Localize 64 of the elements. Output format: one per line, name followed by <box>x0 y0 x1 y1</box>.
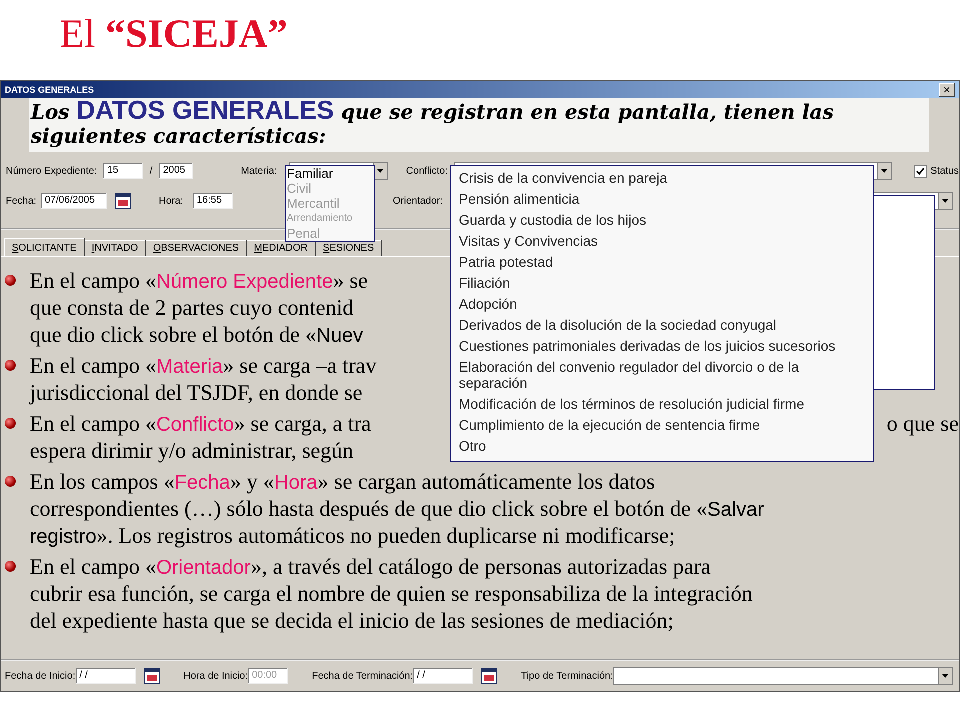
tab[interactable]: SOLICITANTE <box>4 238 85 256</box>
bullet-icon <box>5 360 16 371</box>
field-label: Fecha de Inicio: <box>5 670 76 682</box>
bullet-text-line: que dio click sobre el botón de «Nuev <box>30 321 364 348</box>
input-field[interactable]: 07/06/2005 <box>41 193 107 209</box>
dropdown-option[interactable]: Familiar <box>287 166 373 181</box>
bullet-text-line: espera dirimir y/o administrar, según <box>30 437 354 464</box>
dropdown-option[interactable]: Guarda y custodia de los hijos <box>459 210 865 231</box>
bullet-text-line: jurisdiccional del TSJDF, en donde se <box>30 379 363 406</box>
bullet-icon <box>5 561 16 572</box>
dropdown-option[interactable]: Derivados de la disolución de la sociedad conyugal <box>459 315 865 336</box>
bullet-text-line: En el campo «Orientador», a través del catálogo de personas autorizadas para <box>30 553 711 580</box>
window-title: DATOS GENERALES <box>5 84 94 94</box>
heading-text: Los DATOS GENERALES que se registran en esta pantalla, tienen las siguientes características: <box>29 98 929 152</box>
dropdown-option[interactable]: Crisis de la convivencia en pareja <box>459 168 865 189</box>
dropdown-option[interactable]: Cuestiones patrimoniales derivadas de los juicios sucesorios <box>459 336 865 357</box>
bullet-text-line: En el campo «Número Expediente» se <box>30 267 368 294</box>
tab[interactable]: OBSERVACIONES <box>146 240 248 256</box>
field-label: Materia: <box>241 166 278 176</box>
bullet-text-line: En el campo «Materia» se carga –a trav <box>30 352 377 379</box>
input-field[interactable]: 15 <box>103 163 144 179</box>
dropdown-option[interactable]: Cumplimiento de la ejecución de sentencia firme <box>459 415 865 436</box>
input-field[interactable]: / / <box>76 668 136 684</box>
input-field[interactable]: 16:55 <box>193 193 233 209</box>
field-label: Fecha de Terminación: <box>312 670 414 682</box>
calendar-icon[interactable] <box>144 668 160 684</box>
field-label: Conflicto: <box>406 166 449 176</box>
dropdown-option[interactable]: Visitas y Convivencias <box>459 231 865 252</box>
dropdown-option[interactable]: Elaboración del convenio regulador del divorcio o de la separación <box>459 357 865 394</box>
bullet-icon <box>5 275 16 286</box>
dropdown-option[interactable]: Filiación <box>459 273 865 294</box>
dropdown-option[interactable]: Adopción <box>459 294 865 315</box>
field-label: Número Expediente: <box>6 166 98 176</box>
bullet-text-line: registro». Los registros automáticos no pueden duplicarse ni modificarse; <box>30 522 676 549</box>
field-label: Hora: <box>159 196 184 206</box>
calendar-icon[interactable] <box>481 668 498 684</box>
dropdown-field[interactable] <box>613 667 953 685</box>
bullet-text-line: del expediente hasta que se decida el inicio de las sesiones de mediación; <box>30 607 674 634</box>
bullet-text-line: o que se <box>886 410 959 437</box>
bullet-icon <box>5 476 16 487</box>
field-label: Hora de Inicio: <box>184 670 248 682</box>
field-label: Orientador: <box>393 196 444 206</box>
bullet-text-line: En los campos «Fecha» y «Hora» se cargan automáticamente los datos <box>30 468 656 495</box>
field-label: Tipo de Terminación: <box>521 670 614 682</box>
slide-title: El “SICEJA” <box>59 10 289 58</box>
checkbox-label: Status <box>930 166 959 176</box>
tab[interactable]: INVITADO <box>84 240 146 256</box>
calendar-icon[interactable] <box>115 193 131 209</box>
dropdown-option[interactable]: Otro <box>459 436 865 457</box>
separator-text: / <box>148 166 154 176</box>
bullet-icon <box>5 418 16 429</box>
bullet-text-line: cubrir esa función, se carga el nombre de quien se responsabiliza de la integración <box>30 580 753 607</box>
input-field[interactable]: 2005 <box>159 163 194 179</box>
dropdown-option[interactable]: Modificación de los términos de resolución judicial firme <box>459 394 865 415</box>
bullet-text-line: que consta de 2 partes cuyo contenid <box>30 294 354 321</box>
input-field[interactable]: / / <box>413 668 474 684</box>
dropdown-option[interactable]: Pensión alimenticia <box>459 189 865 210</box>
field-label: Fecha: <box>6 196 38 206</box>
bullet-text-line: correspondientes (…) sólo hasta después de que dio click sobre el botón de «Salvar <box>30 495 764 522</box>
status-checkbox[interactable] <box>914 164 927 178</box>
dropdown-option[interactable]: Patria potestad <box>459 252 865 273</box>
bullet-text-line: En el campo «Conflicto» se carga, a tra <box>30 410 372 437</box>
tab[interactable]: MEDIADOR <box>247 240 316 256</box>
close-button[interactable]: × <box>939 82 955 96</box>
